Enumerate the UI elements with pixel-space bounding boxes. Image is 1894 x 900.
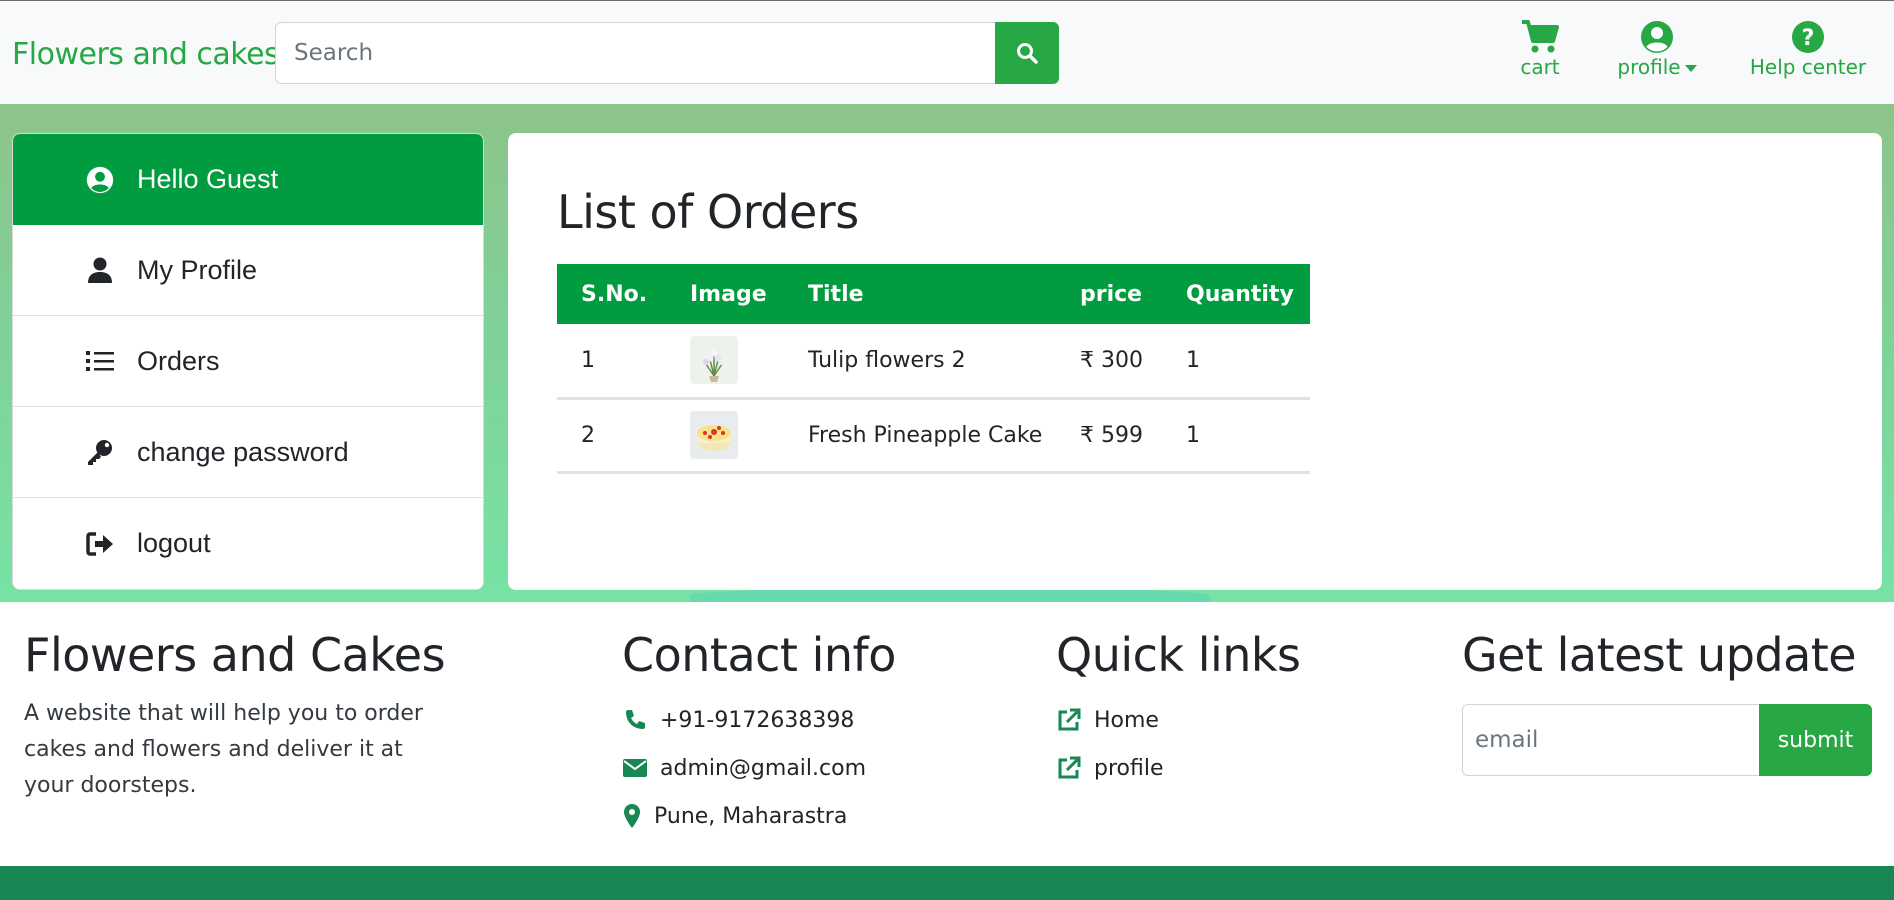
map-marker-icon (624, 804, 640, 828)
top-navbar: Flowers and cakes cart profile ? Help ce… (0, 0, 1894, 104)
cell-sno: 1 (557, 324, 666, 400)
nav-help-center[interactable]: ? Help center (1748, 19, 1868, 79)
column-header-price: price (1056, 264, 1162, 324)
chevron-down-icon (1684, 65, 1697, 72)
user-icon (88, 257, 112, 283)
cell-title: Tulip flowers 2 (784, 324, 1056, 400)
envelope-icon (623, 759, 647, 777)
column-header-image: Image (666, 264, 784, 324)
cell-quantity: 1 (1162, 324, 1310, 400)
tulip-flowers-thumbnail[interactable] (690, 336, 738, 385)
sidebar-item-label: change password (137, 436, 349, 467)
search-bar (275, 22, 1059, 84)
nav-help-label: Help center (1749, 55, 1867, 79)
sidebar-item-label: Hello Guest (137, 164, 279, 194)
sidebar-item-logout[interactable]: logout (13, 498, 483, 589)
cart-icon (1522, 20, 1559, 53)
sign-out-icon (86, 531, 113, 556)
footer-links-title: Quick links (1056, 628, 1301, 682)
cell-quantity: 1 (1162, 398, 1310, 474)
column-header-sno: S.No. (557, 264, 666, 324)
contact-phone-text: +91-9172638398 (660, 707, 855, 733)
orders-panel: List of Orders S.No. Image Title price Q… (508, 133, 1882, 590)
footer-bottom-bar (0, 866, 1894, 900)
contact-phone: +91-9172638398 (622, 696, 896, 744)
search-button[interactable] (995, 22, 1059, 84)
footer-about: Flowers and Cakes A website that will he… (24, 628, 454, 804)
nav-cart-label: cart (1520, 55, 1560, 79)
contact-address: Pune, Maharastra (622, 792, 896, 840)
search-input[interactable] (275, 22, 996, 84)
newsletter-submit-button[interactable]: submit (1759, 704, 1872, 776)
svg-text:?: ? (1802, 26, 1815, 51)
nav-profile-dropdown[interactable]: profile (1612, 19, 1702, 79)
user-circle-icon (1641, 21, 1673, 53)
sidebar-item-label: My Profile (137, 254, 258, 285)
cell-title: Fresh Pineapple Cake (784, 398, 1056, 474)
sidebar-item-change-password[interactable]: change password (13, 407, 483, 498)
newsletter-form: submit (1462, 704, 1872, 776)
pineapple-cake-thumbnail[interactable] (690, 411, 738, 459)
footer-quick-links: Quick links Home profile (1056, 628, 1301, 792)
column-header-title: Title (784, 264, 1056, 324)
contact-email-text: admin@gmail.com (660, 755, 867, 781)
brand-logo[interactable]: Flowers and cakes (12, 37, 280, 72)
question-circle-icon: ? (1792, 21, 1824, 53)
cell-image (666, 324, 784, 400)
footer-update-title: Get latest update (1462, 628, 1857, 682)
table-row: 2 Fresh Pineapple Cake ₹ 599 1 (557, 398, 1310, 474)
external-link-icon (1058, 708, 1081, 731)
sidebar-item-orders[interactable]: Orders (13, 316, 483, 407)
cell-image (666, 398, 784, 474)
band-glow (690, 588, 1210, 602)
footer-about-title: Flowers and Cakes (24, 628, 446, 682)
contact-email: admin@gmail.com (622, 744, 896, 792)
table-row: 1 Tulip flowers 2 ₹ 300 1 (557, 324, 1310, 400)
nav-profile-label: profile (1617, 55, 1681, 79)
quick-link-label: profile (1094, 755, 1164, 781)
footer-contact-title: Contact info (622, 628, 896, 682)
nav-cart[interactable]: cart (1520, 19, 1560, 79)
sidebar-item-label: logout (137, 528, 211, 558)
footer-newsletter: Get latest update (1462, 628, 1857, 682)
sidebar-item-my-profile[interactable]: My Profile (13, 225, 483, 316)
key-icon (88, 440, 112, 465)
quick-link-home[interactable]: Home (1056, 696, 1301, 744)
orders-table: S.No. Image Title price Quantity 1 Tulip… (557, 264, 1310, 474)
contact-address-text: Pune, Maharastra (654, 803, 848, 829)
quick-link-profile[interactable]: profile (1056, 744, 1301, 792)
list-icon (86, 351, 114, 371)
newsletter-email-input[interactable] (1462, 704, 1760, 776)
table-header-row: S.No. Image Title price Quantity (557, 264, 1310, 324)
footer-about-description: A website that will help you to order ca… (24, 701, 423, 798)
sidebar-item-hello-guest[interactable]: Hello Guest (13, 134, 483, 225)
external-link-icon (1058, 756, 1081, 779)
cell-price: ₹ 599 (1056, 398, 1162, 474)
search-icon (1017, 43, 1038, 64)
cell-price: ₹ 300 (1056, 324, 1162, 400)
footer-contact: Contact info +91-9172638398 admin@gmail.… (622, 628, 896, 840)
phone-icon (626, 710, 645, 729)
quick-link-label: Home (1094, 707, 1159, 733)
user-circle-icon (86, 166, 114, 193)
sidebar-item-label: Orders (137, 345, 220, 376)
column-header-quantity: Quantity (1162, 264, 1310, 324)
account-sidebar: Hello Guest My Profile Orders change pas… (12, 133, 484, 590)
page-title: List of Orders (557, 185, 859, 239)
cell-sno: 2 (557, 398, 666, 474)
